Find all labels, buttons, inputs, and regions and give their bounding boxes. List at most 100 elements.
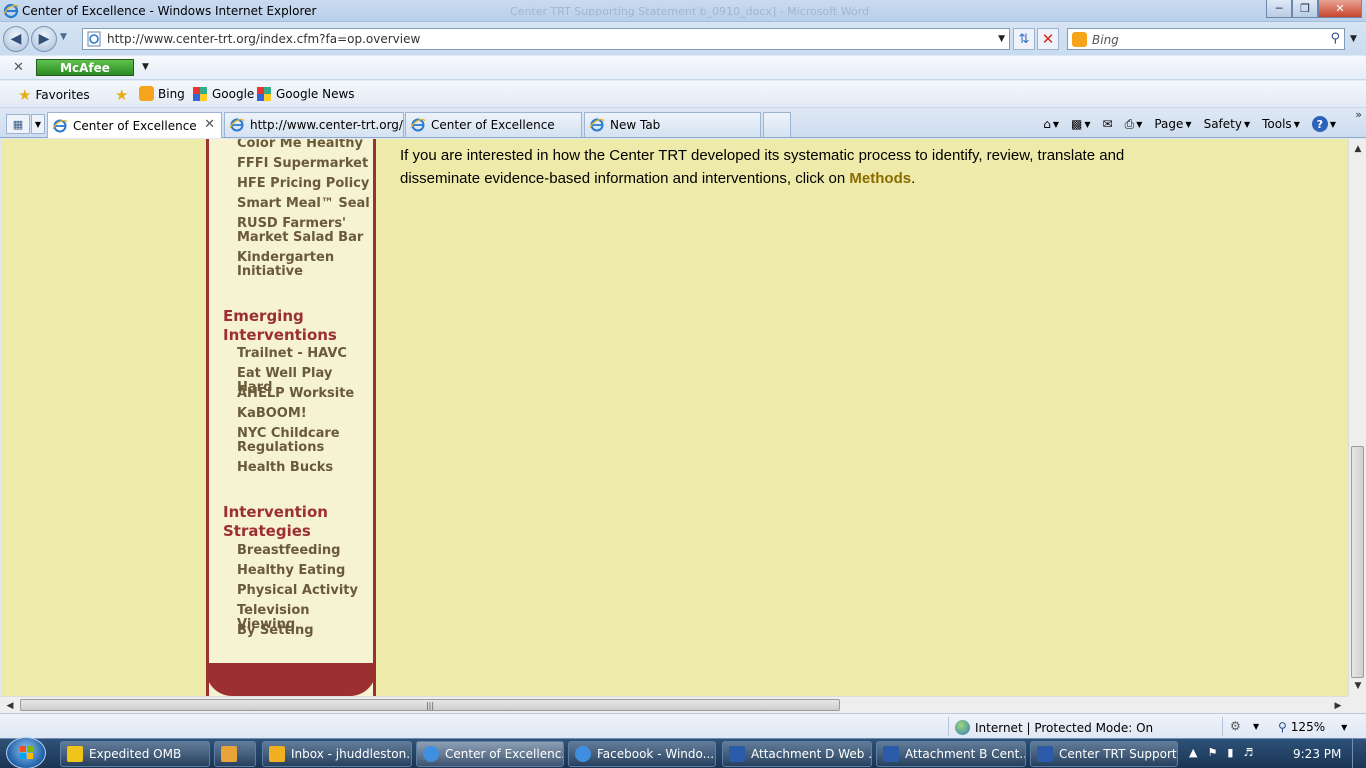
chevron-down-icon[interactable]: ▼ [1253,722,1259,731]
favorites-button[interactable]: ★ Favorites [18,86,90,104]
taskbar-item-center-trt-support[interactable]: Center TRT Support... [1030,741,1178,767]
folder-icon [67,746,83,762]
chevron-down-icon: ▼ [1243,119,1251,129]
taskbar-item-label: Attachment D Web ... [751,747,872,761]
add-favorite-button[interactable]: ★ [115,86,128,104]
zoom-icon: ⚲ [1278,720,1287,734]
close-button[interactable]: ✕ [1318,0,1362,18]
favorites-label: Favorites [35,88,90,102]
safety-menu-label: Safety [1203,117,1242,131]
minimize-button[interactable]: ─ [1266,0,1292,18]
close-toolbar-icon[interactable]: ✕ [13,60,24,75]
methods-link[interactable]: Methods [849,170,911,187]
search-placeholder[interactable]: Bing [1092,33,1119,47]
sidebar-link-by-setting[interactable]: By Setting [237,624,372,638]
sidebar-link-health-bucks[interactable]: Health Bucks [237,461,372,475]
scroll-right-icon[interactable]: ▶ [1330,697,1346,714]
refresh-button[interactable]: ⇅ [1013,28,1035,50]
sidebar-link-kaboom[interactable]: KaBOOM! [237,407,372,421]
status-separator [1222,717,1223,736]
stop-button[interactable]: ✕ [1037,28,1059,50]
taskbar-item-label: Attachment B Cent... [905,747,1026,761]
back-button[interactable]: ◀ [3,26,29,52]
taskbar-item-attachment-d[interactable]: Attachment D Web ... [722,741,872,767]
forward-arrow-icon: ▶ [38,31,50,47]
taskbar-item-facebook[interactable]: Facebook - Windo... [568,741,716,767]
address-url[interactable]: http://www.center-trt.org/index.cfm?fa=o… [107,32,420,46]
sidebar-link-rusd-farmers-market[interactable]: RUSD Farmers' Market Salad Bar [237,217,372,245]
zoom-control[interactable]: ⚲ 125% ▼ [1278,720,1347,734]
safety-menu[interactable]: Safety ▼ [1200,117,1255,131]
mcafee-button[interactable]: McAfee [36,59,134,76]
sidebar-link-hfe-pricing-policy[interactable]: HFE Pricing Policy [237,177,372,191]
search-box[interactable]: Bing ⚲ [1067,28,1345,50]
favorite-google[interactable]: Google [192,86,254,102]
more-commands-icon[interactable]: » [1355,108,1362,121]
volume-icon[interactable]: ♬ [1243,746,1253,759]
sidebar-link-nyc-childcare[interactable]: NYC Childcare Regulations [237,427,372,455]
sidebar-link-breastfeeding[interactable]: Breastfeeding [237,544,372,558]
tab-center-of-excellence-2[interactable]: Center of Excellence [405,112,582,137]
sidebar-link-healthy-eating[interactable]: Healthy Eating [237,564,372,578]
vertical-scroll-thumb[interactable] [1351,446,1364,678]
address-dropdown-icon[interactable]: ▼ [998,34,1005,44]
taskbar-item-media-player[interactable] [214,741,256,767]
tab-list-dropdown[interactable]: ▼ [31,114,45,134]
restore-button[interactable]: ❐ [1292,0,1318,18]
home-button[interactable]: ⌂ ▼ [1039,117,1063,131]
page-menu[interactable]: Page ▼ [1150,117,1195,131]
chevron-down-icon: ▼ [1084,119,1091,129]
quick-tabs-button[interactable]: ▦ [6,114,30,134]
favorite-bing[interactable]: Bing [139,86,185,101]
word-icon [729,746,745,762]
help-icon: ? [1311,116,1328,132]
close-tab-icon[interactable]: ✕ [204,117,215,132]
sidebar-link-physical-activity[interactable]: Physical Activity [237,584,372,598]
page-icon [87,31,101,47]
new-tab-button[interactable] [763,112,791,137]
network-icon[interactable]: ▮ [1227,746,1233,759]
forward-button[interactable]: ▶ [31,26,57,52]
show-hidden-icons-icon[interactable]: ▲ [1189,746,1197,759]
window-controls: ─ ❐ ✕ [1266,0,1362,18]
security-zone[interactable]: Internet | Protected Mode: On [955,720,1153,735]
vertical-scrollbar[interactable]: ▲ ▼ [1348,139,1366,696]
taskbar-item-attachment-b[interactable]: Attachment B Cent... [876,741,1026,767]
horizontal-scroll-thumb[interactable]: ||| [20,699,840,711]
sidebar-link-color-me-healthy[interactable]: Color Me Healthy [237,139,372,151]
clock[interactable]: 9:23 PM [1293,747,1341,761]
tab-center-of-excellence[interactable]: Center of Excellence ✕ [47,112,222,138]
taskbar-item-center-of-excellence[interactable]: Center of Excellenc... [416,741,564,767]
sidebar-link-smart-meal-seal[interactable]: Smart Meal™ Seal [237,197,372,211]
tab-new-tab[interactable]: New Tab [584,112,761,137]
mcafee-dropdown-icon[interactable]: ▼ [142,62,149,72]
horizontal-scrollbar[interactable]: ◀ ||| ▶ [0,696,1348,713]
search-options-dropdown[interactable]: ▼ [1350,34,1357,44]
read-mail-button[interactable]: ✉ [1099,117,1117,131]
show-desktop-button[interactable] [1352,739,1366,768]
feeds-button[interactable]: ▩ ▼ [1067,117,1095,131]
favorite-google-news[interactable]: Google News [256,86,355,102]
recent-pages-dropdown[interactable]: ▼ [60,32,67,42]
sidebar-link-trailnet-havc[interactable]: Trailnet - HAVC [237,347,372,361]
taskbar-item-expedited-omb[interactable]: Expedited OMB [60,741,210,767]
action-center-icon[interactable]: ⚑ [1207,746,1217,759]
tab-bar: ▦ ▼ Center of Excellence ✕ http://www.ce… [0,108,1366,138]
scroll-down-icon[interactable]: ▼ [1349,678,1366,694]
search-icon[interactable]: ⚲ [1330,31,1340,46]
quick-tabs-icon: ▦ [12,117,24,131]
scroll-up-icon[interactable]: ▲ [1349,141,1366,157]
scroll-left-icon[interactable]: ◀ [2,697,18,714]
sidebar-link-kindergarten-initiative[interactable]: Kindergarten Initiative [237,251,372,279]
print-button[interactable]: ⎙ ▼ [1121,117,1147,132]
help-button[interactable]: ? ▼ [1308,116,1340,132]
address-bar[interactable]: http://www.center-trt.org/index.cfm?fa=o… [82,28,1010,50]
start-button[interactable] [6,737,46,768]
tools-menu[interactable]: Tools ▼ [1258,117,1304,131]
tab-center-trt-url[interactable]: http://www.center-trt.org/... [224,112,404,137]
ie-page-icon [589,118,605,132]
sidebar-link-ahelp-worksite[interactable]: AHELP Worksite [237,387,372,401]
taskbar-item-outlook-inbox[interactable]: Inbox - jhuddleston... [262,741,412,767]
status-settings-icon[interactable]: ⚙ [1230,719,1241,733]
sidebar-link-fffi-supermarket[interactable]: FFFI Supermarket [237,157,372,171]
